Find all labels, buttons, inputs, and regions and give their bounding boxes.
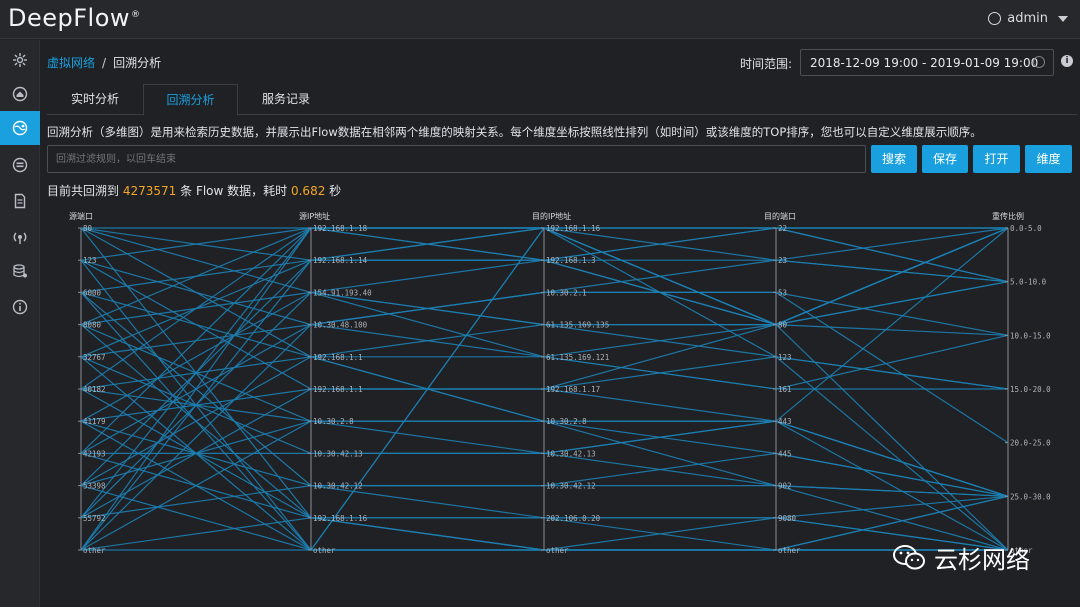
tick-label: 10.0-15.0	[1010, 331, 1051, 340]
tick-label: 22	[778, 224, 787, 233]
tick-label: 10.30.42.13	[313, 449, 363, 458]
tick-label: 192.168.1.18	[313, 224, 368, 233]
tick-label: 192.168.1.1	[313, 385, 363, 394]
tick-label: 10.30.2.8	[546, 417, 587, 426]
tick-label: 161	[778, 385, 792, 394]
tick-label: 25.0-30.0	[1010, 492, 1051, 501]
watermark-text: 云杉网络	[934, 546, 1030, 574]
axis-title: 源端口	[69, 211, 93, 221]
axis-title: 目的IP地址	[532, 211, 571, 221]
tick-label: 10.30.2.1	[546, 288, 587, 297]
tick-label: 10.30.42.12	[313, 482, 363, 491]
tick-label: 192.168.1.1	[313, 353, 363, 362]
tick-label: 5.0-10.0	[1010, 278, 1047, 287]
tick-label: 6000	[83, 288, 102, 297]
tick-label: 443	[778, 417, 792, 426]
tick-label: 0.0-5.0	[1010, 224, 1042, 233]
axis-title: 源IP地址	[299, 211, 330, 221]
tick-label: other	[778, 546, 801, 555]
tick-label: 15.0-20.0	[1010, 385, 1051, 394]
tick-label: 192.168.1.3	[546, 256, 596, 265]
tick-label: 902	[778, 482, 792, 491]
tick-label: 55792	[83, 514, 106, 523]
tick-label: 8080	[83, 321, 102, 330]
app-root: DeepFlow® admin 虚拟网络 / 回溯分析 时间范围: 2018-1…	[0, 0, 1080, 607]
tick-label: 10.30.2.8	[313, 417, 354, 426]
axis-title: 重传比例	[992, 211, 1024, 221]
tick-label: 192.168.1.16	[313, 514, 368, 523]
tick-label: 9080	[778, 514, 797, 523]
tick-label: 20.0-25.0	[1010, 439, 1051, 448]
tick-label: 42193	[83, 449, 106, 458]
tick-label: 202.106.0.20	[546, 514, 601, 523]
tick-label: other	[313, 546, 336, 555]
tick-label: 123	[83, 256, 97, 265]
tick-label: other	[546, 546, 569, 555]
tick-label: 123	[778, 353, 792, 362]
tick-label: 192.168.1.17	[546, 385, 600, 394]
yunshan-watermark: 云杉网络	[892, 540, 1030, 575]
tick-label: 23	[778, 256, 787, 265]
tick-label: 80	[83, 224, 93, 233]
tick-label: 40182	[83, 385, 106, 394]
tick-label: 10.30.48.100	[313, 321, 368, 330]
tick-label: 53398	[83, 482, 106, 491]
axis-title: 目的端口	[764, 211, 796, 221]
tick-label: 80	[778, 321, 788, 330]
parallel-coordinates-chart[interactable]: 源端口 80 123 6000 8080 32767 40182 41179 42193 5339…	[0, 0, 1080, 607]
tick-label: 445	[778, 449, 792, 458]
tick-label: 192.168.1.14	[313, 256, 368, 265]
tick-label: 192.168.1.16	[546, 224, 601, 233]
tick-label: 154.91.193.40	[313, 288, 372, 297]
tick-label: 10.30.42.13	[546, 449, 596, 458]
tick-label: 10.30.42.12	[546, 482, 596, 491]
tick-label: 32767	[83, 353, 106, 362]
tick-label: 53	[778, 288, 787, 297]
wechat-icon	[893, 544, 925, 569]
tick-label: 61.135.169.135	[546, 321, 609, 330]
tick-label: other	[83, 546, 106, 555]
tick-label: 61.135.169.121	[546, 353, 609, 362]
tick-label: 41179	[83, 417, 106, 426]
